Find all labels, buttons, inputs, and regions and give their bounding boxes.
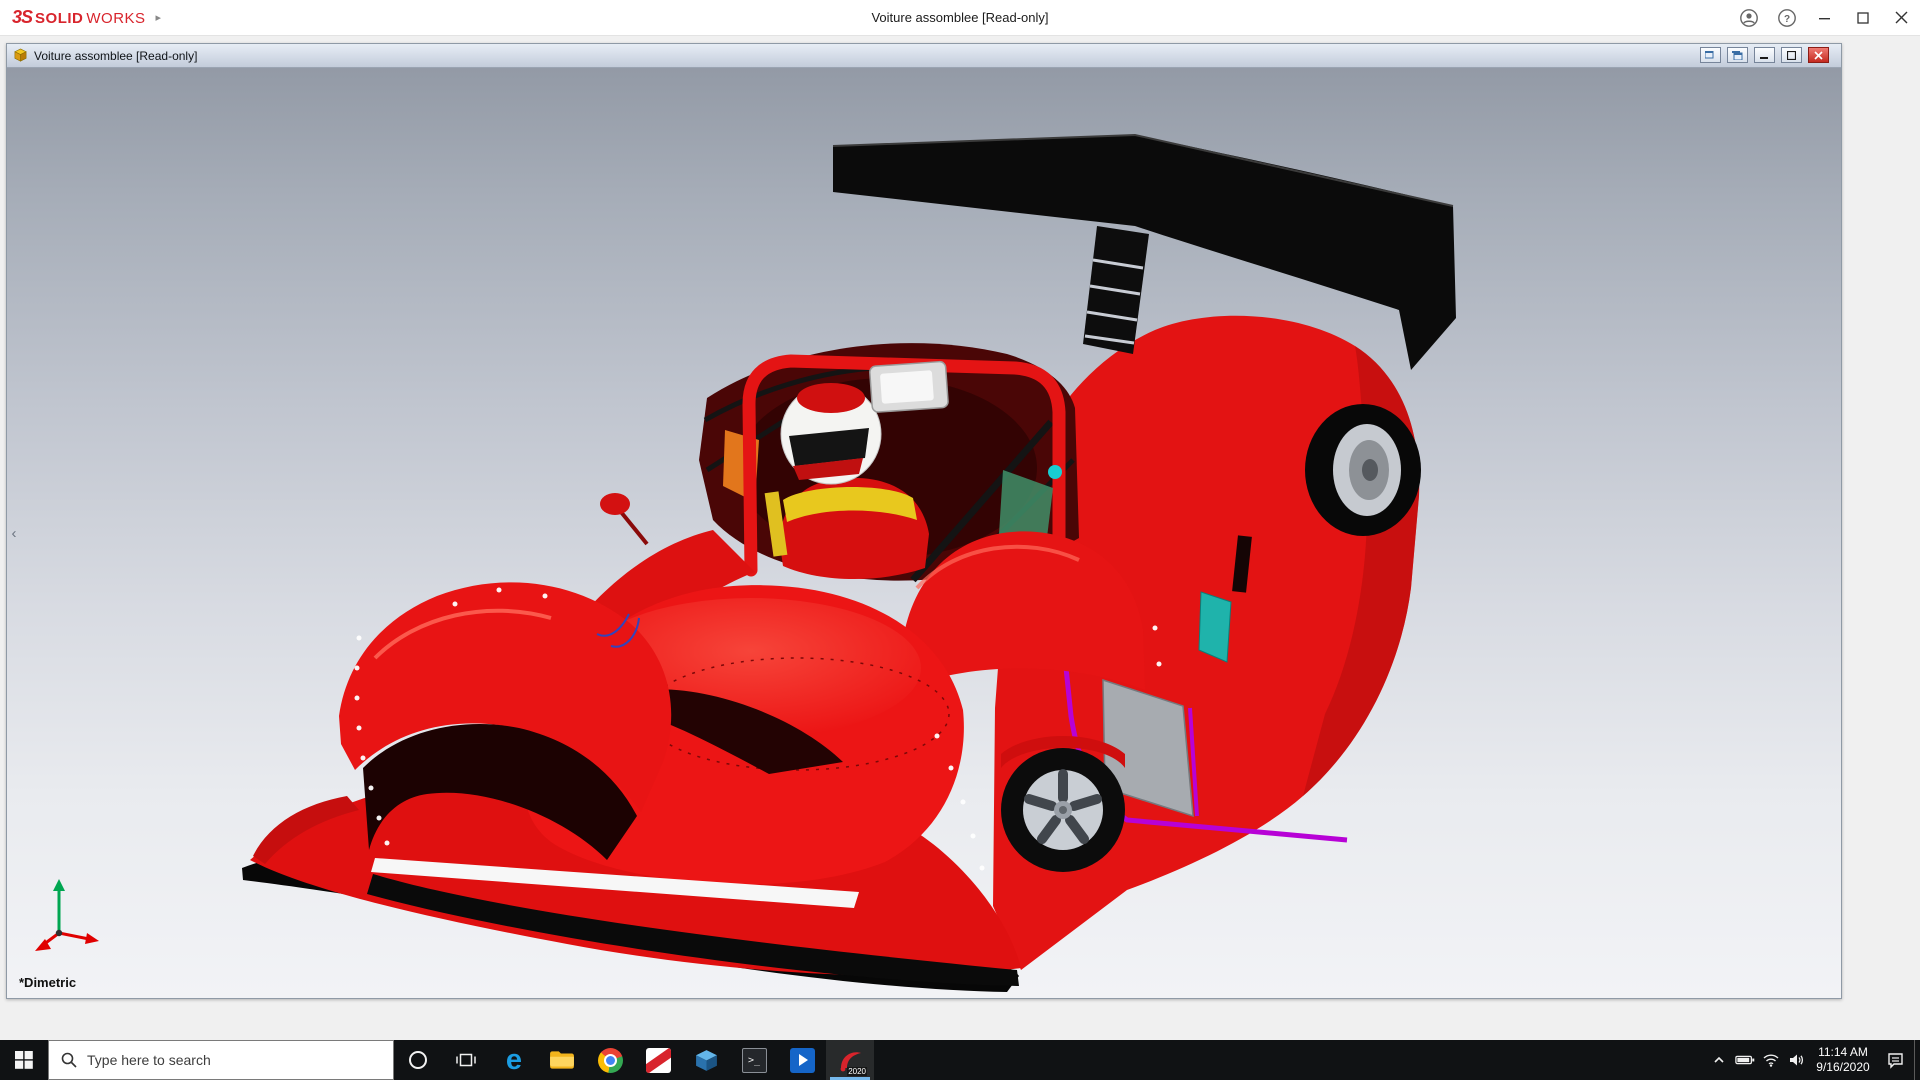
media-app-icon [790,1048,815,1073]
red-app-button[interactable] [634,1040,682,1080]
cortana-button[interactable] [394,1040,442,1080]
edge-icon: e [506,1047,522,1073]
search-icon [61,1052,77,1068]
battery-tray-button[interactable] [1732,1040,1758,1080]
doc-restore-button[interactable] [1781,47,1802,63]
doc-restore-icon [1787,51,1796,60]
account-button[interactable] [1730,0,1768,36]
system-tray: 11:14 AM 9/16/2020 [1706,1040,1920,1080]
assembly-cube-icon [13,48,28,63]
clock-time: 11:14 AM [1812,1045,1874,1060]
search-input[interactable] [87,1052,367,1068]
graphics-viewport[interactable]: ‹ *Dimetric [7,68,1841,998]
windows-logo-icon [15,1051,33,1069]
close-button[interactable] [1882,0,1920,36]
console-app-button[interactable]: >_ [730,1040,778,1080]
solidworks-taskbar-button[interactable]: 2020 [826,1040,874,1080]
chrome-icon [598,1048,623,1073]
side-panel-teal [1199,592,1231,662]
maximize-button[interactable] [1844,0,1882,36]
volume-tray-button[interactable] [1784,1040,1810,1080]
maximize-icon [1857,12,1869,24]
tray-expand-button[interactable] [1706,1040,1732,1080]
doc-minimize-button[interactable] [1754,47,1775,63]
action-center-button[interactable] [1876,1040,1914,1080]
wifi-icon [1763,1053,1779,1067]
cyan-detail [1048,465,1062,479]
window-title: Voiture assomblee [Read-only] [0,10,1920,25]
console-app-icon: >_ [742,1048,767,1073]
doc-minimize-icon [1760,51,1769,59]
file-explorer-button[interactable] [538,1040,586,1080]
edge-button[interactable]: e [490,1040,538,1080]
window-controls: ? [1730,0,1920,36]
cortana-icon [409,1051,427,1069]
doc-tile-button[interactable] [1727,47,1748,63]
solidworks-version-badge: 2020 [847,1067,867,1076]
file-explorer-icon [549,1049,575,1071]
task-view-button[interactable] [442,1040,490,1080]
chrome-button[interactable] [586,1040,634,1080]
doc-close-icon [1814,51,1823,60]
media-app-button[interactable] [778,1040,826,1080]
app-titlebar: 3S SOLID WORKS ▸ Voiture assomblee [Read… [0,0,1920,36]
taskbar-clock[interactable]: 11:14 AM 9/16/2020 [1810,1045,1876,1075]
task-view-icon [456,1050,476,1070]
minimize-button[interactable] [1806,0,1844,36]
mdi-workspace: Voiture assomblee [Read-only] [0,37,1920,1040]
document-titlebar[interactable]: Voiture assomblee [Read-only] [7,44,1841,68]
volume-icon [1789,1053,1805,1067]
menu-expand-icon[interactable]: ▸ [156,11,162,24]
wing-struts [1083,226,1149,354]
doc-close-button[interactable] [1808,47,1829,63]
featuremanager-collapse-arrow[interactable]: ‹ [7,520,21,546]
console-glyph: >_ [748,1055,760,1066]
solidworks-taskbar-icon: 2020 [835,1045,865,1075]
document-window-buttons [1700,47,1829,63]
cube-app-button[interactable] [682,1040,730,1080]
start-button[interactable] [0,1040,48,1080]
account-icon [1739,8,1759,28]
screen: 3S SOLID WORKS ▸ Voiture assomblee [Read… [0,0,1920,1080]
chevron-up-icon [1712,1053,1726,1067]
help-button[interactable]: ? [1768,0,1806,36]
taskbar-search[interactable] [48,1040,394,1080]
car-assembly-model [7,68,1841,998]
network-tray-button[interactable] [1758,1040,1784,1080]
close-icon [1895,11,1908,24]
brand-works: WORKS [86,10,145,27]
tile-window-icon [1732,51,1743,60]
battery-icon [1735,1053,1755,1067]
svg-text:?: ? [1784,14,1790,25]
document-window: Voiture assomblee [Read-only] [6,43,1842,999]
minimize-icon [1819,12,1831,24]
help-icon: ? [1777,8,1797,28]
orientation-triad [25,873,105,964]
rearview-mirror [869,361,948,412]
play-icon [799,1054,808,1066]
solidworks-logo: 3S SOLID WORKS [0,7,146,28]
windows-taskbar: e >_ [0,1040,1920,1080]
cascade-window-icon [1705,51,1716,60]
clock-date: 9/16/2020 [1812,1060,1874,1075]
action-center-icon [1887,1052,1904,1069]
cube-app-icon [694,1048,719,1073]
wing-mirror [600,493,647,544]
brand-mark: 3S [12,7,32,28]
brand-solid: SOLID [35,10,83,27]
doc-cascade-button[interactable] [1700,47,1721,63]
view-orientation-label: *Dimetric [19,975,76,990]
show-desktop-button[interactable] [1914,1040,1920,1080]
red-ribbon-app-icon [646,1048,671,1073]
document-title: Voiture assomblee [Read-only] [34,49,197,63]
